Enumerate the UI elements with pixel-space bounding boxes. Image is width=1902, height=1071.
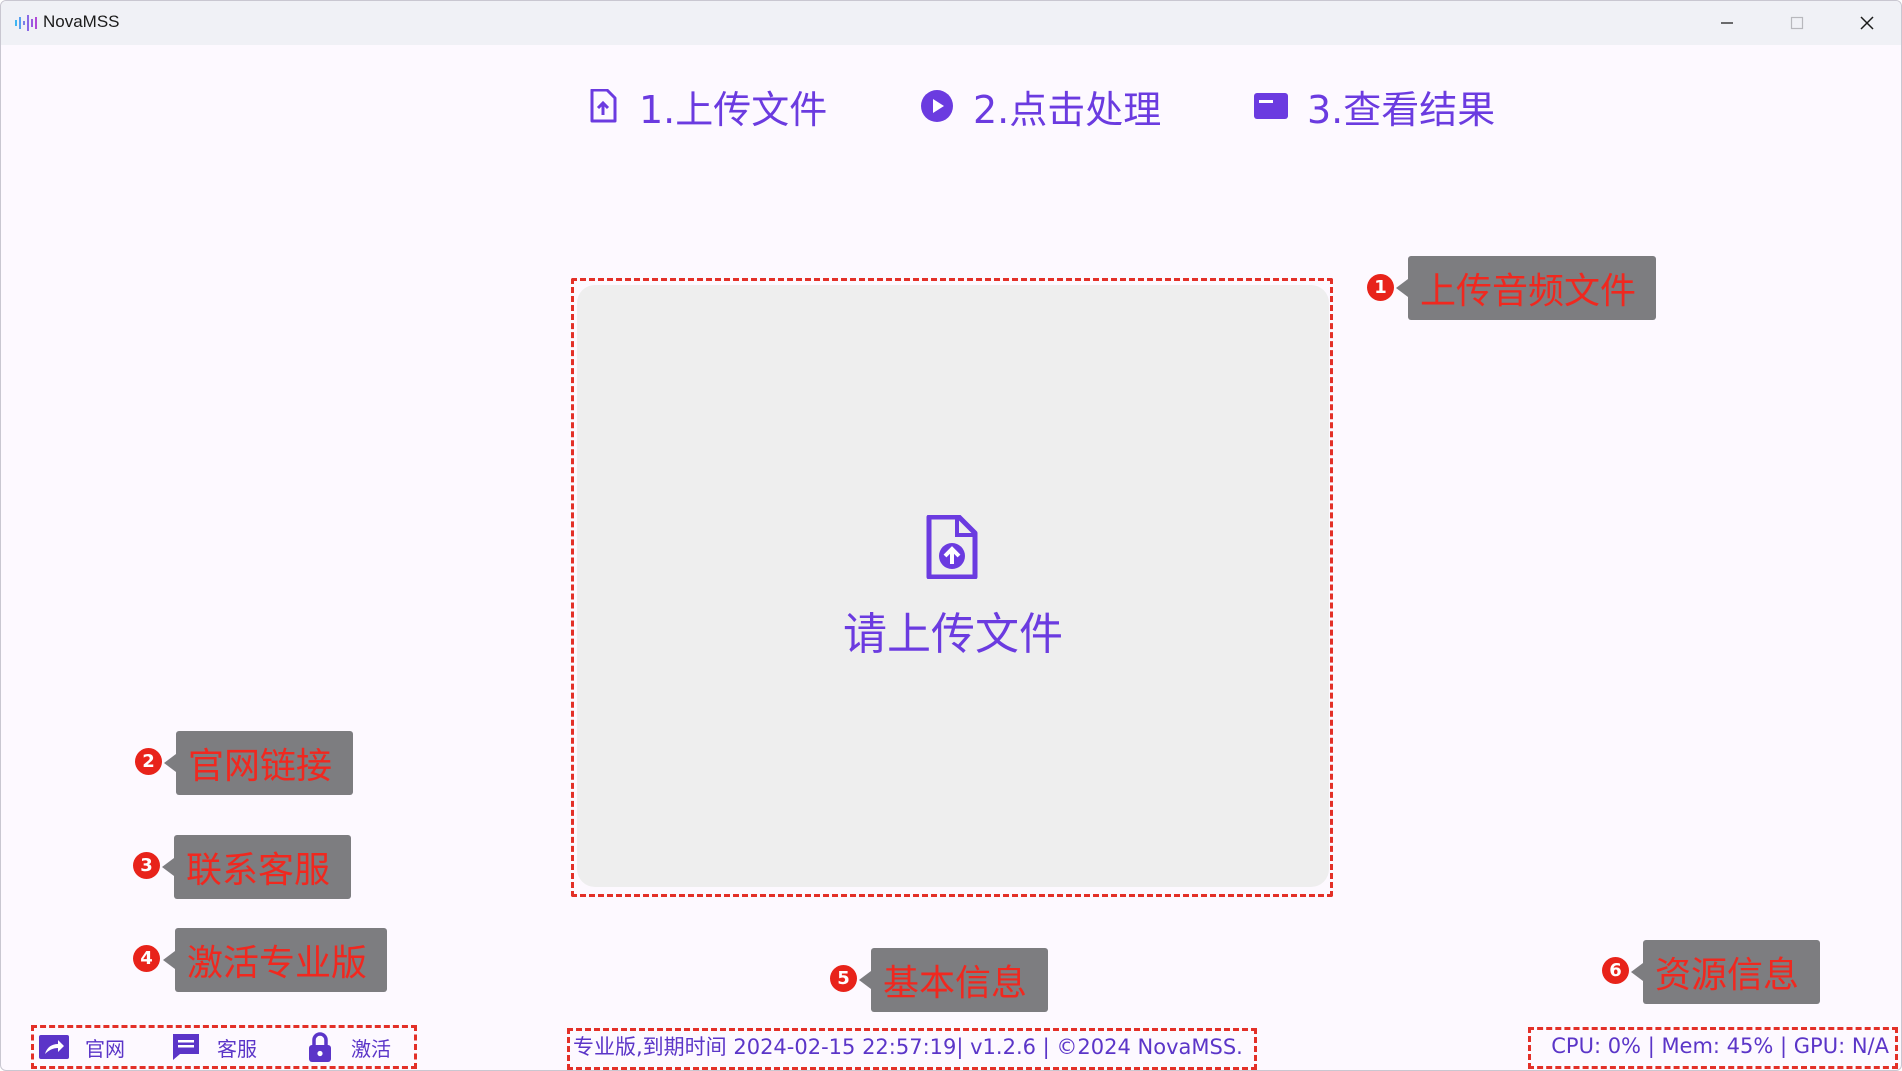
minimize-button[interactable]: [1692, 1, 1762, 45]
play-circle-icon: [919, 88, 955, 124]
title-bar: NovaMSS: [1, 1, 1901, 45]
app-window: NovaMSS 1.上传文件 2.点击处理 3.查看结果 请上传文件 1 上传音…: [0, 0, 1902, 1071]
annotation-label-resources: 资源信息: [1631, 940, 1820, 1004]
activate-label: 激活: [351, 1036, 391, 1061]
annotation-label-support: 联系客服: [162, 835, 351, 899]
annotation-badge-1: 1: [1367, 274, 1394, 301]
website-link-label: 官网: [85, 1036, 125, 1061]
step-view-results[interactable]: 3.查看结果: [1253, 81, 1496, 132]
annotation-label-basic-info: 基本信息: [859, 948, 1048, 1012]
app-logo-icon: [15, 15, 37, 31]
lock-icon: [303, 1030, 337, 1064]
file-upload-icon: [585, 88, 621, 124]
maximize-button[interactable]: [1762, 1, 1832, 45]
license-version-info: 专业版,到期时间 2024-02-15 22:57:19| v1.2.6 | ©…: [573, 1035, 1243, 1059]
customer-service-link[interactable]: 客服: [169, 1030, 257, 1064]
close-icon: [1860, 16, 1874, 30]
upload-drop-zone[interactable]: [577, 285, 1329, 887]
annotation-label-upload: 上传音频文件: [1396, 256, 1656, 320]
step-process-label: 2.点击处理: [973, 87, 1162, 132]
close-button[interactable]: [1832, 1, 1901, 45]
annotation-label-website: 官网链接: [164, 731, 353, 795]
customer-service-label: 客服: [217, 1036, 257, 1061]
result-card-icon: [1253, 88, 1289, 124]
annotation-label-activate: 激活专业版: [163, 928, 387, 992]
waveform-logo-icon: [407, 73, 495, 141]
minimize-icon: [1721, 22, 1733, 24]
step-process[interactable]: 2.点击处理: [919, 81, 1162, 132]
annotation-badge-5: 5: [830, 965, 857, 992]
maximize-icon: [1790, 16, 1804, 30]
annotation-badge-2: 2: [135, 748, 162, 775]
annotation-badge-4: 4: [133, 945, 160, 972]
activate-link[interactable]: 激活: [303, 1030, 391, 1064]
file-upload-icon: [926, 515, 978, 579]
website-link[interactable]: 官网: [37, 1030, 125, 1064]
resource-usage-info: CPU: 0% | Mem: 45% | GPU: N/A: [1551, 1034, 1889, 1058]
upload-prompt: 请上传文件: [843, 609, 1063, 660]
window-title: NovaMSS: [43, 12, 120, 31]
share-arrow-icon: [37, 1030, 71, 1064]
step-upload-file[interactable]: 1.上传文件: [585, 81, 828, 132]
chat-icon: [169, 1030, 203, 1064]
step-results-label: 3.查看结果: [1307, 87, 1496, 132]
annotation-badge-3: 3: [133, 852, 160, 879]
step-upload-label: 1.上传文件: [639, 87, 828, 132]
annotation-badge-6: 6: [1602, 957, 1629, 984]
